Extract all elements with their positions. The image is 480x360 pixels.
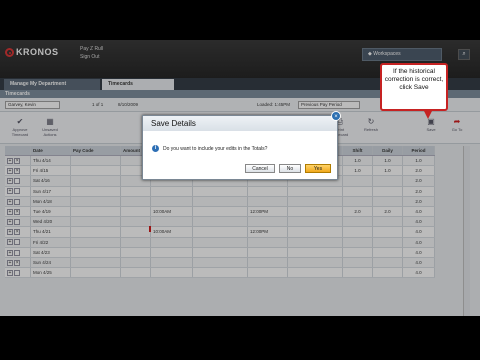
info-icon: i: [152, 145, 159, 152]
save-details-dialog: Save Details × i Do you want to include y…: [142, 111, 341, 180]
tutorial-callout: If the historical correction is correct,…: [380, 63, 448, 111]
kronos-app: KRONOS Pay Z Rull Sign Out ◆ Workspaces …: [0, 40, 480, 316]
dialog-message: Do you want to include your edits in the…: [163, 145, 268, 152]
cancel-button[interactable]: Cancel: [245, 164, 275, 173]
dialog-title: Save Details: [143, 116, 337, 131]
callout-pointer-icon: [424, 111, 432, 119]
close-icon[interactable]: ×: [331, 111, 341, 121]
no-button[interactable]: No: [279, 164, 301, 173]
dialog-message-row: i Do you want to include your edits in th…: [152, 145, 267, 152]
yes-button[interactable]: Yes: [305, 164, 331, 173]
